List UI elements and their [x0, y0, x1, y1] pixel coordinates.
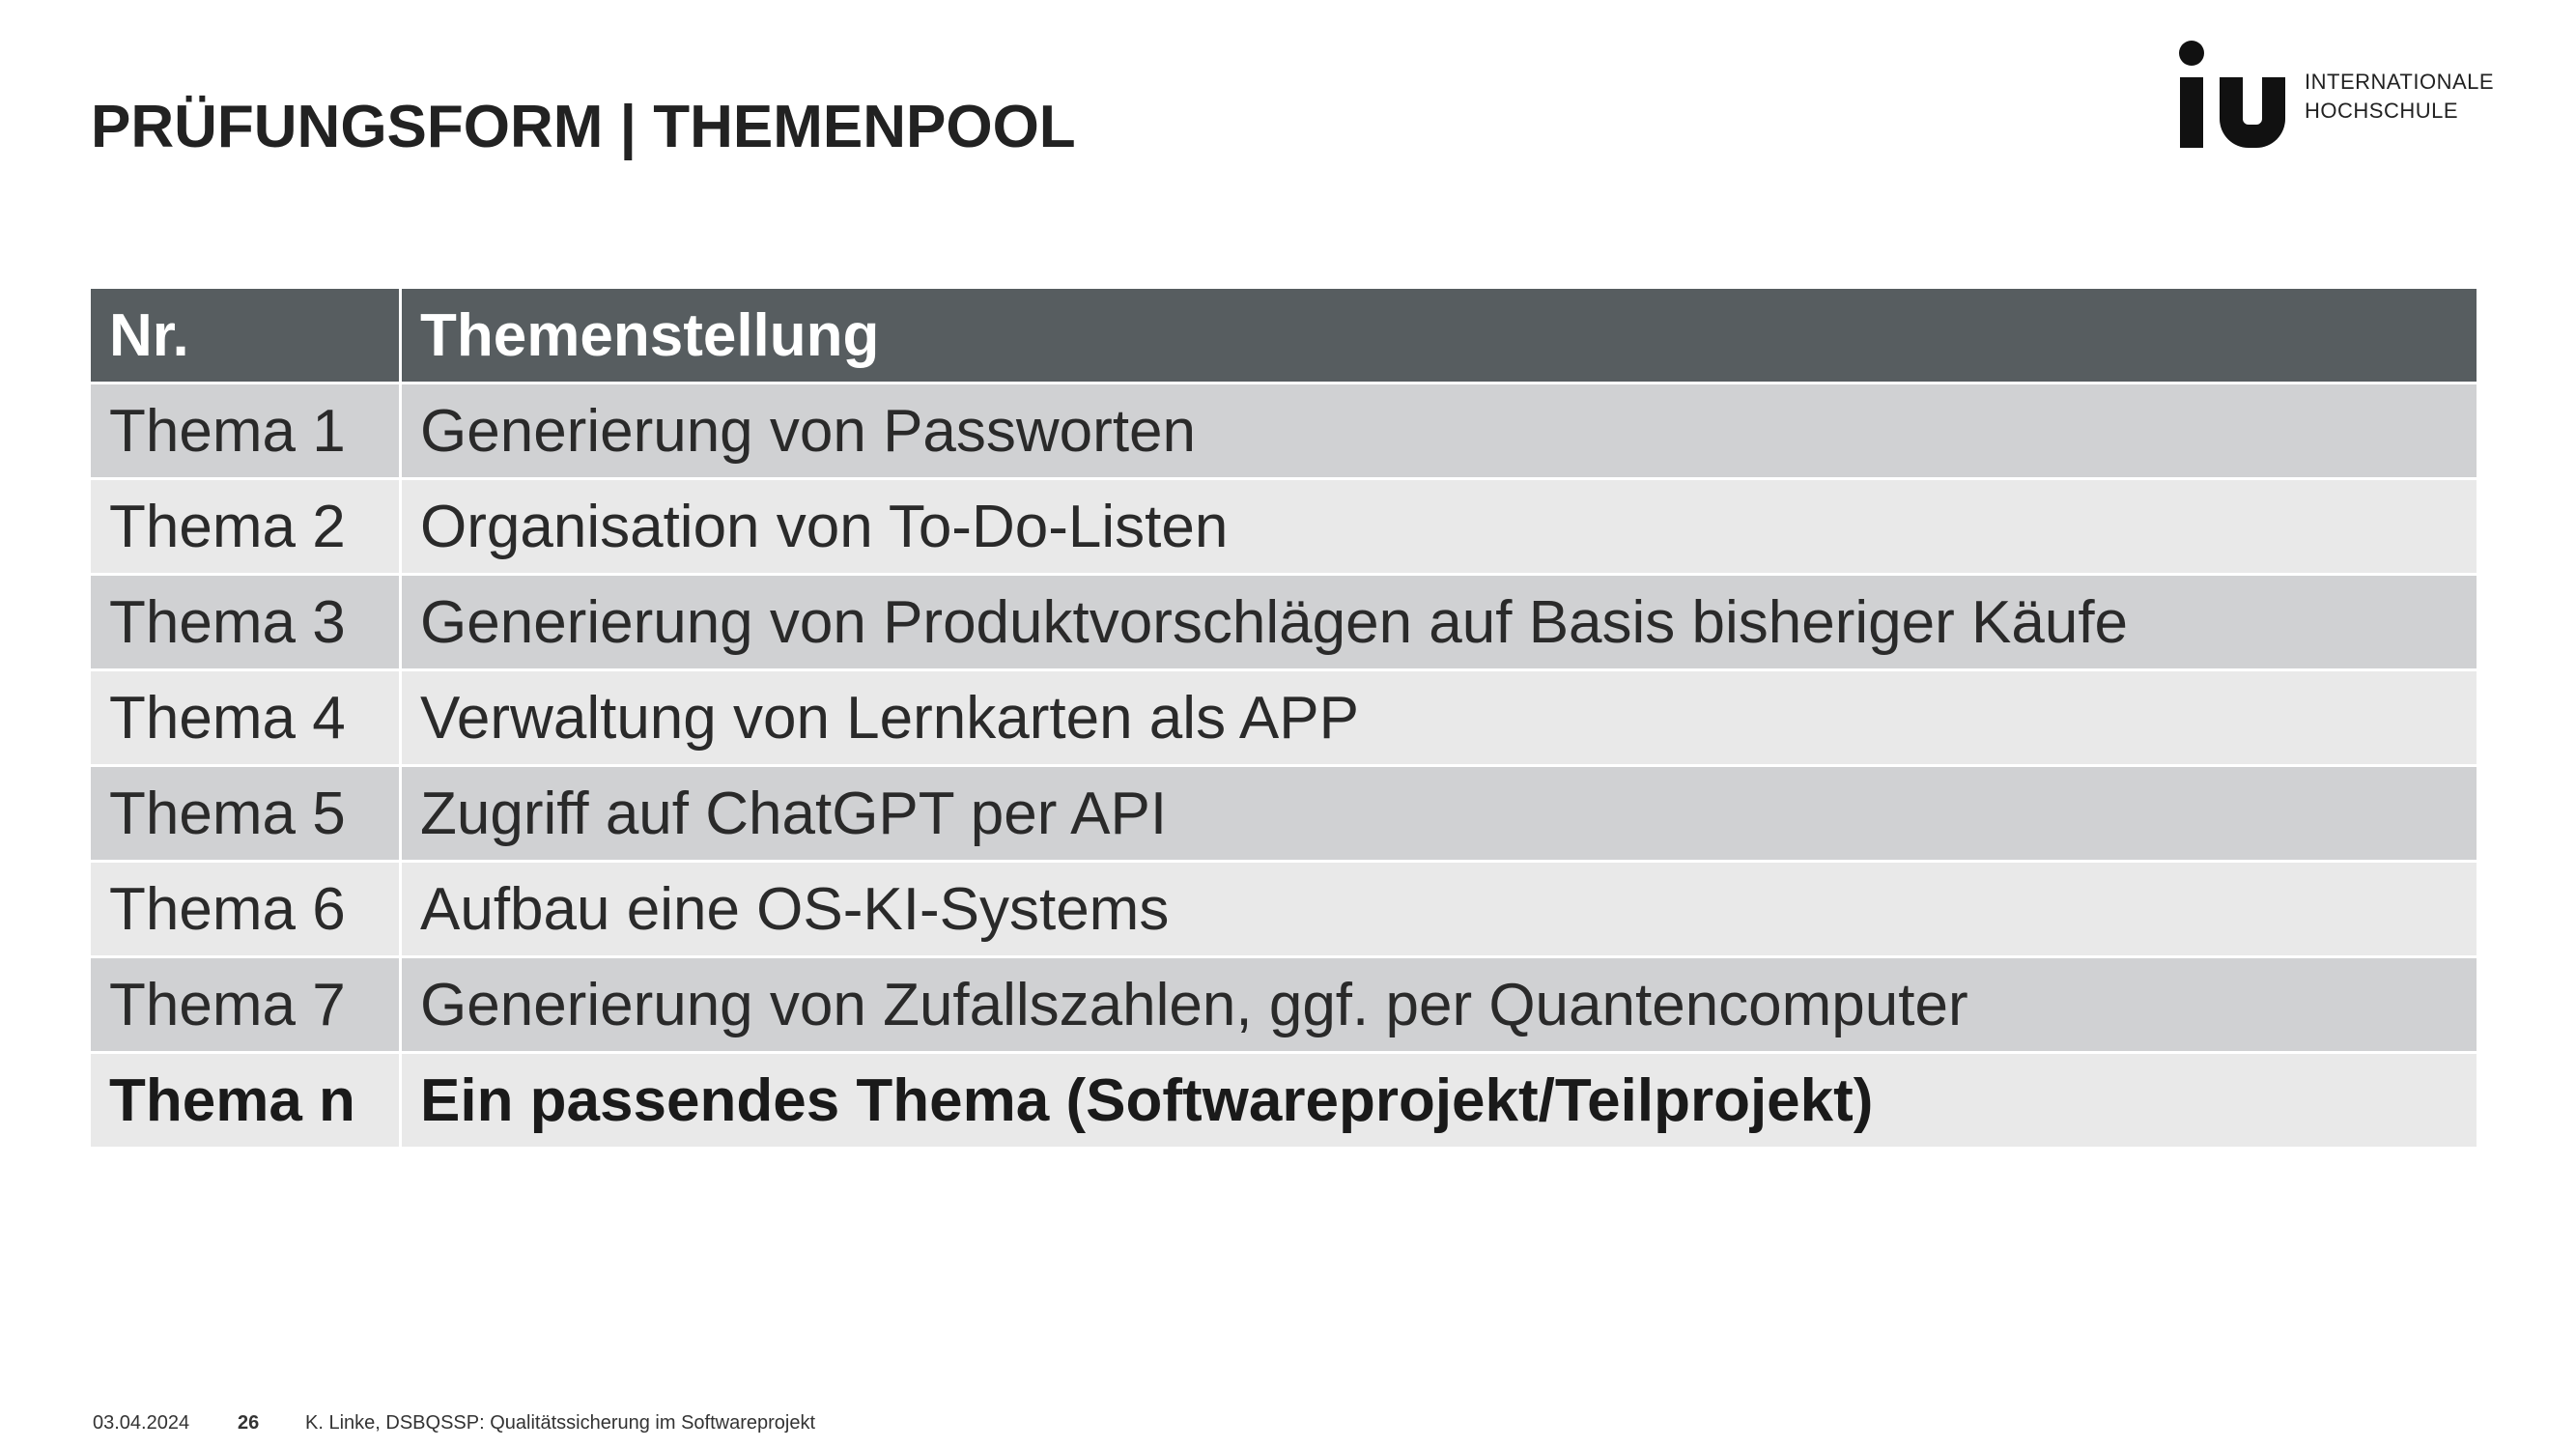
table-row: Thema 5 Zugriff auf ChatGPT per API — [91, 767, 2477, 863]
row-nr: Thema 6 — [91, 863, 402, 955]
row-nr: Thema 4 — [91, 671, 402, 764]
row-topic: Generierung von Zufallszahlen, ggf. per … — [420, 971, 1968, 1038]
row-topic: Zugriff auf ChatGPT per API — [420, 780, 1168, 847]
table-row: Thema 7 Generierung von Zufallszahlen, g… — [91, 958, 2477, 1054]
table-row: Thema 6 Aufbau eine OS-KI-Systems — [91, 863, 2477, 958]
footer-course: DSBQSSP: Qualitätssicherung im Softwarep… — [385, 1412, 816, 1434]
logo-text: INTERNATIONALE HOCHSCHULE — [2305, 68, 2494, 126]
row-topic: Organisation von To-Do-Listen — [420, 493, 1229, 560]
iu-logo: INTERNATIONALE HOCHSCHULE — [2175, 39, 2494, 155]
row-nr: Thema 3 — [91, 576, 402, 668]
row-nr: Thema 7 — [91, 958, 402, 1051]
topic-table: Nr. Themenstellung Thema 1 Generierung v… — [91, 289, 2477, 1150]
header-nr: Nr. — [91, 289, 402, 382]
slide-footer: 03.04.2024 26 K. Linke, DSBQSSP: Qualitä… — [93, 1412, 815, 1435]
row-nr: Thema 5 — [91, 767, 402, 860]
row-topic: Generierung von Produktvorschlägen auf B… — [420, 588, 2129, 656]
row-topic: Generierung von Passworten — [420, 397, 1197, 465]
row-topic: Verwaltung von Lernkarten als APP — [420, 684, 1359, 752]
row-nr: Thema 2 — [91, 480, 402, 573]
row-nr: Thema 1 — [91, 384, 402, 477]
footer-author: K. Linke, — [305, 1412, 386, 1434]
row-topic: Ein passendes Thema (Softwareprojekt/Tei… — [420, 1066, 1874, 1134]
table-row: Thema 1 Generierung von Passworten — [91, 384, 2477, 480]
table-row: Thema 4 Verwaltung von Lernkarten als AP… — [91, 671, 2477, 767]
row-nr: Thema n — [91, 1054, 402, 1147]
table-row: Thema n Ein passendes Thema (Softwarepro… — [91, 1054, 2477, 1150]
slide-title: PRÜFUNGSFORM | THEMENPOOL — [91, 94, 1076, 160]
table-row: Thema 3 Generierung von Produktvorschläg… — [91, 576, 2477, 671]
iu-logo-mark — [2175, 39, 2287, 150]
footer-date: 03.04.2024 — [93, 1412, 190, 1434]
table-row: Thema 2 Organisation von To-Do-Listen — [91, 480, 2477, 576]
table-header-row: Nr. Themenstellung — [91, 289, 2477, 384]
logo-line-2: HOCHSCHULE — [2305, 99, 2459, 123]
header-topic: Themenstellung — [420, 301, 880, 369]
footer-page-number: 26 — [238, 1412, 260, 1434]
row-topic: Aufbau eine OS-KI-Systems — [420, 875, 1170, 943]
logo-line-1: INTERNATIONALE — [2305, 70, 2495, 94]
